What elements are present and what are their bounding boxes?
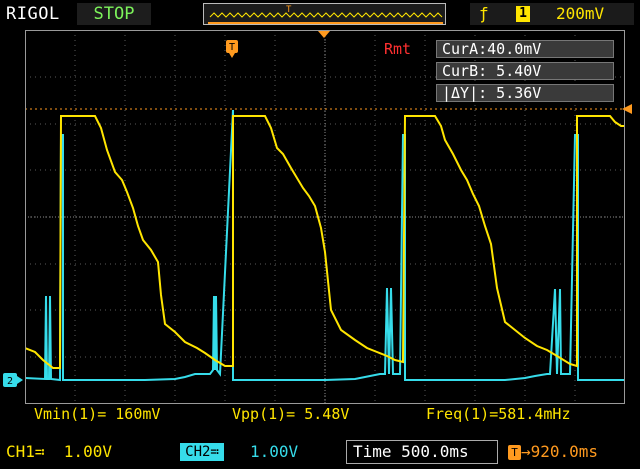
horizontal-center-marker — [318, 31, 330, 38]
svg-text:2: 2 — [7, 376, 13, 387]
cursor-b-readout: CurB: 5.40V — [436, 62, 614, 80]
cursor-delta-readout: |ΔY|: 5.36V — [436, 84, 614, 102]
timebase-setting[interactable]: Time 500.0ms — [346, 440, 498, 464]
brand-logo: RIGOL — [6, 4, 60, 24]
svg-text:T: T — [286, 5, 292, 15]
svg-text:T: T — [229, 42, 235, 53]
trigger-settings[interactable]: ƒ 1 200mV — [470, 3, 634, 25]
rising-edge-icon: ƒ — [479, 4, 489, 23]
trigger-position-marker: T — [226, 40, 238, 58]
ch1-scale[interactable]: CH1≕ 1.00V — [6, 442, 112, 461]
ch2-scale: 1.00V — [250, 442, 299, 461]
cursor-mode: Rmt — [384, 40, 412, 58]
measurement-vpp: Vpp(1)= 5.48V — [232, 405, 350, 423]
trigger-offset-icon: T — [508, 445, 521, 460]
cursor-a-readout: CurA:40.0mV — [436, 40, 614, 58]
trigger-source: 1 — [516, 6, 530, 22]
trigger-level: 200mV — [556, 4, 605, 23]
measurement-vmin: Vmin(1)= 160mV — [34, 405, 161, 423]
ch2-ground-marker: 2 — [3, 373, 23, 387]
run-stop-state[interactable]: STOP — [77, 3, 151, 25]
ch2-badge[interactable]: CH2≕ — [180, 443, 224, 461]
measurement-frequency: Freq(1)=581.4mHz — [426, 405, 571, 423]
memory-depth-indicator: T — [203, 3, 446, 25]
waveform-memory-icon: T — [208, 5, 443, 24]
trigger-offset[interactable]: T →920.0ms — [508, 442, 598, 461]
status-bar: RIGOL STOP T ƒ 1 200mV — [0, 0, 640, 29]
trigger-level-marker — [622, 104, 632, 114]
channel-status-bar: CH1≕ 1.00V CH2≕ 1.00V Time 500.0ms T →920… — [0, 437, 640, 469]
